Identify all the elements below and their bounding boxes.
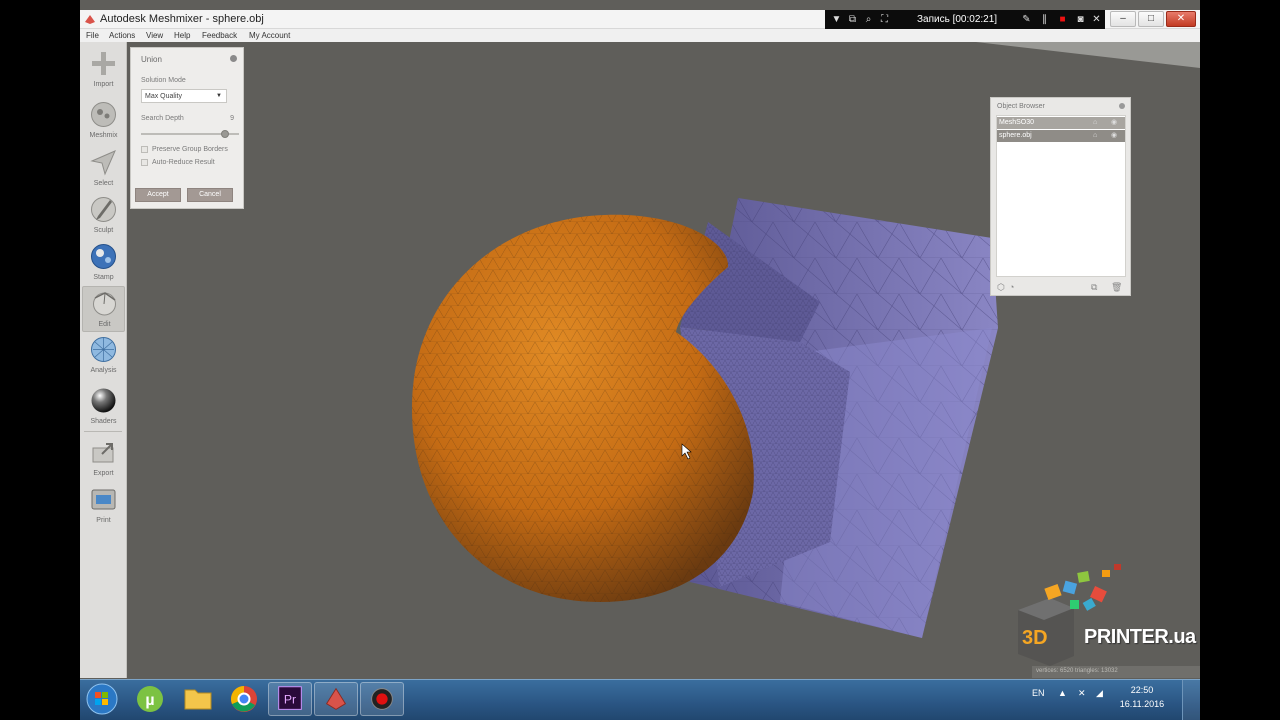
- cancel-button[interactable]: Cancel: [187, 188, 233, 202]
- network-icon[interactable]: ✕: [1078, 688, 1086, 699]
- crop-icon[interactable]: ⛶: [879, 14, 890, 25]
- meshmixer-logo-icon: [85, 15, 95, 24]
- search-depth-label: Search Depth: [141, 115, 184, 122]
- auto-reduce-result-checkbox[interactable]: [141, 159, 148, 166]
- slider-handle[interactable]: [221, 130, 230, 138]
- cube-icon[interactable]: ⬡: [997, 283, 1006, 292]
- solution-mode-select[interactable]: Max Quality ▼: [141, 89, 227, 103]
- show-desktop-button[interactable]: [1182, 680, 1200, 720]
- svg-text:µ: µ: [145, 692, 154, 709]
- status-bar: vertices: 6520 triangles: 13032: [1032, 666, 1200, 678]
- language-indicator[interactable]: EN: [1032, 688, 1045, 698]
- lock-icon[interactable]: ⌂: [1093, 132, 1101, 139]
- system-clock[interactable]: 22:50 16.11.2016: [1112, 683, 1172, 711]
- union-panel: Union Solution Mode Max Quality ▼ Search…: [130, 47, 244, 209]
- watermark-logo: 3D PRINTER.ua: [1010, 560, 1200, 670]
- object-browser: Object Browser MeshSO30 ⌂ ◉ sphere.obj ⌂…: [990, 97, 1131, 296]
- left-toolbar: Import Meshmix Select Sculpt Stamp Edit …: [80, 42, 127, 678]
- tool-meshmix[interactable]: Meshmix: [82, 98, 125, 144]
- close-button[interactable]: ✕: [1166, 11, 1196, 27]
- menu-actions[interactable]: Actions: [109, 31, 135, 40]
- eye-icon[interactable]: ◉: [1111, 132, 1119, 139]
- list-item[interactable]: MeshSO30 ⌂ ◉: [997, 117, 1125, 129]
- plus-icon: [92, 52, 115, 75]
- menu-bar: File Actions View Help Feedback My Accou…: [80, 29, 1200, 42]
- window-controls: – □ ✕: [1110, 11, 1200, 27]
- preserve-group-borders-checkbox[interactable]: [141, 146, 148, 153]
- tool-select[interactable]: Select: [82, 146, 125, 192]
- analysis-icon: [91, 337, 116, 362]
- menu-file[interactable]: File: [86, 31, 99, 40]
- meshmixer-taskbar-icon[interactable]: [314, 682, 358, 716]
- utorrent-icon[interactable]: µ: [128, 682, 172, 716]
- printer-icon: [91, 489, 116, 510]
- folder-icon[interactable]: [176, 682, 220, 716]
- list-item[interactable]: sphere.obj ⌂ ◉: [997, 130, 1125, 142]
- tool-export[interactable]: Export: [82, 436, 125, 482]
- pen-icon[interactable]: ✎: [1021, 14, 1032, 25]
- dropdown-icon[interactable]: ▼: [831, 14, 842, 25]
- signal-icon[interactable]: ◢: [1096, 688, 1103, 699]
- tray-expand-icon[interactable]: ▲: [1058, 688, 1067, 698]
- duplicate-icon[interactable]: ⧉: [1091, 283, 1100, 292]
- trash-icon[interactable]: 🗑: [1111, 283, 1122, 292]
- premiere-icon[interactable]: Pr: [268, 682, 312, 716]
- pause-icon[interactable]: ∥: [1039, 14, 1050, 25]
- search-depth-slider[interactable]: [141, 130, 239, 138]
- tool-print[interactable]: Print: [82, 483, 125, 529]
- recorder-icon[interactable]: [360, 682, 404, 716]
- stop-icon[interactable]: ■: [1057, 14, 1068, 25]
- tool-shaders[interactable]: Shaders: [82, 384, 125, 430]
- eye-icon[interactable]: ◉: [1111, 119, 1119, 126]
- toolbar-divider: [84, 431, 122, 432]
- tool-import[interactable]: Import: [82, 47, 125, 93]
- panel-settings-icon[interactable]: [230, 55, 237, 62]
- chrome-icon[interactable]: [222, 682, 266, 716]
- tool-sculpt[interactable]: Sculpt: [82, 193, 125, 239]
- edit-icon: [93, 292, 116, 316]
- export-icon: [92, 443, 114, 463]
- menu-feedback[interactable]: Feedback: [202, 31, 237, 40]
- auto-reduce-result-label: Auto-Reduce Result: [152, 159, 215, 166]
- pie-icon[interactable]: ◔: [1009, 283, 1018, 292]
- object-browser-title: Object Browser: [997, 103, 1045, 110]
- screen-recorder-bar: ▼ ⧉ ⌕ ⛶ Запись [00:02:21] ✎ ∥ ■ ◙ ✕: [825, 10, 1105, 29]
- select-arrow-icon: [90, 150, 116, 176]
- solution-mode-label: Solution Mode: [141, 77, 186, 84]
- app-window: Autodesk Meshmixer - sphere.obj ▼ ⧉ ⌕ ⛶ …: [80, 0, 1200, 720]
- meshmix-icon: [91, 102, 116, 127]
- window-title: Autodesk Meshmixer - sphere.obj: [100, 13, 264, 25]
- zoom-icon[interactable]: ⌕: [863, 14, 874, 25]
- minimize-button[interactable]: –: [1110, 11, 1136, 27]
- shaders-icon: [91, 388, 116, 413]
- close-recorder-icon[interactable]: ✕: [1091, 14, 1102, 25]
- lock-icon[interactable]: ⌂: [1093, 119, 1101, 126]
- menu-help[interactable]: Help: [174, 31, 190, 40]
- tool-stamp[interactable]: Stamp: [82, 240, 125, 286]
- windows-taskbar: µ Pr EN ▲ ✕ ◢ 22:50 16.11.2016: [80, 679, 1200, 720]
- maximize-button[interactable]: □: [1138, 11, 1164, 27]
- stamp-icon: [91, 244, 116, 269]
- tool-analysis[interactable]: Analysis: [82, 333, 125, 379]
- object-list: MeshSO30 ⌂ ◉ sphere.obj ⌂ ◉: [996, 115, 1126, 277]
- preserve-group-borders-label: Preserve Group Borders: [152, 146, 228, 153]
- close-icon[interactable]: [1119, 103, 1125, 109]
- camera-icon[interactable]: ◙: [1075, 14, 1086, 25]
- title-bar: Autodesk Meshmixer - sphere.obj ▼ ⧉ ⌕ ⛶ …: [80, 10, 1200, 29]
- svg-text:Pr: Pr: [284, 693, 296, 707]
- sculpt-brush-icon: [91, 197, 116, 222]
- logo-cubes-icon: 3D: [1018, 564, 1121, 666]
- menu-view[interactable]: View: [146, 31, 163, 40]
- panel-title: Union: [141, 55, 162, 64]
- svg-text:3D: 3D: [1022, 627, 1048, 649]
- logo-text: PRINTER.ua: [1084, 626, 1196, 648]
- recording-timer: Запись [00:02:21]: [917, 14, 998, 25]
- search-depth-value: 9: [230, 115, 234, 122]
- chevron-down-icon: ▼: [216, 93, 222, 99]
- accept-button[interactable]: Accept: [135, 188, 181, 202]
- tool-edit[interactable]: Edit: [82, 286, 125, 332]
- start-button-icon[interactable]: [82, 682, 122, 716]
- window-icon[interactable]: ⧉: [847, 14, 858, 25]
- menu-my-account[interactable]: My Account: [249, 31, 290, 40]
